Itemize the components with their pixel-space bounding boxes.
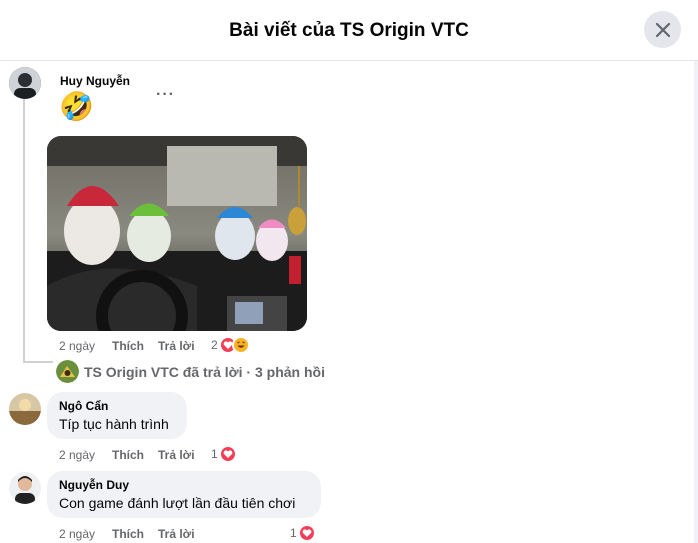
comment-actions: 2 ngày Thích Trả lời	[59, 448, 195, 462]
replies-summary: TS Origin VTC đã trả lời · 3 phản hồi	[84, 363, 325, 380]
heart-icon	[218, 445, 237, 463]
comment-text: Típ tục hành trình	[59, 416, 169, 432]
haha-icon	[231, 336, 250, 354]
reaction-summary[interactable]: 2	[211, 336, 250, 354]
comment-actions: 2 ngày Thích Trả lời	[59, 339, 195, 353]
close-button[interactable]	[644, 11, 681, 48]
comment-time[interactable]: 2 ngày	[59, 448, 112, 462]
comment-time[interactable]: 2 ngày	[59, 527, 112, 541]
modal-header: Bài viết của TS Origin VTC	[0, 0, 698, 61]
post-modal: Bài viết của TS Origin VTC Huy Nguyễn 🤣 …	[0, 0, 698, 543]
modal-title: Bài viết của TS Origin VTC	[229, 19, 469, 41]
avatar[interactable]	[9, 67, 41, 99]
comment-bubble: Nguyễn Duy Con game đánh lượt lần đầu ti…	[47, 471, 321, 518]
close-icon	[655, 22, 670, 37]
comment-author[interactable]: Ngô Cẩn	[59, 399, 175, 413]
reply-button[interactable]: Trả lời	[158, 527, 195, 541]
reaction-count: 2	[211, 338, 218, 352]
like-button[interactable]: Thích	[112, 527, 158, 541]
thread-connector	[23, 361, 53, 363]
avatar[interactable]	[9, 393, 41, 425]
reaction-summary[interactable]: 1	[211, 445, 237, 463]
more-options-icon[interactable]: ···	[156, 86, 175, 104]
reply-button[interactable]: Trả lời	[158, 448, 195, 462]
reaction-count: 1	[290, 526, 297, 540]
comment-actions: 2 ngày Thích Trả lời	[59, 527, 195, 541]
comment-author[interactable]: Huy Nguyễn	[60, 74, 130, 88]
page-avatar	[56, 360, 79, 383]
photo-car-plush-toys	[47, 136, 307, 331]
avatar-image	[9, 472, 41, 504]
thread-line	[23, 98, 25, 363]
scrollbar[interactable]	[694, 61, 698, 543]
comment-bubble: Ngô Cẩn Típ tục hành trình	[47, 392, 187, 439]
comment-time[interactable]: 2 ngày	[59, 339, 112, 353]
like-button[interactable]: Thích	[112, 448, 158, 462]
comment-photo[interactable]	[47, 136, 307, 331]
reaction-count: 1	[211, 447, 218, 461]
avatar[interactable]	[9, 472, 41, 504]
reply-button[interactable]: Trả lời	[158, 339, 195, 353]
heart-icon	[297, 524, 316, 542]
avatar-image	[9, 393, 41, 425]
like-button[interactable]: Thích	[112, 339, 158, 353]
avatar-image	[9, 67, 41, 99]
view-replies-link[interactable]: TS Origin VTC đã trả lời · 3 phản hồi	[56, 360, 325, 383]
comment-author[interactable]: Nguyễn Duy	[59, 478, 309, 492]
emoji-haha: 🤣	[59, 91, 94, 122]
reaction-summary[interactable]: 1	[290, 524, 316, 542]
comment-text: Con game đánh lượt lần đầu tiên chơi	[59, 495, 296, 511]
